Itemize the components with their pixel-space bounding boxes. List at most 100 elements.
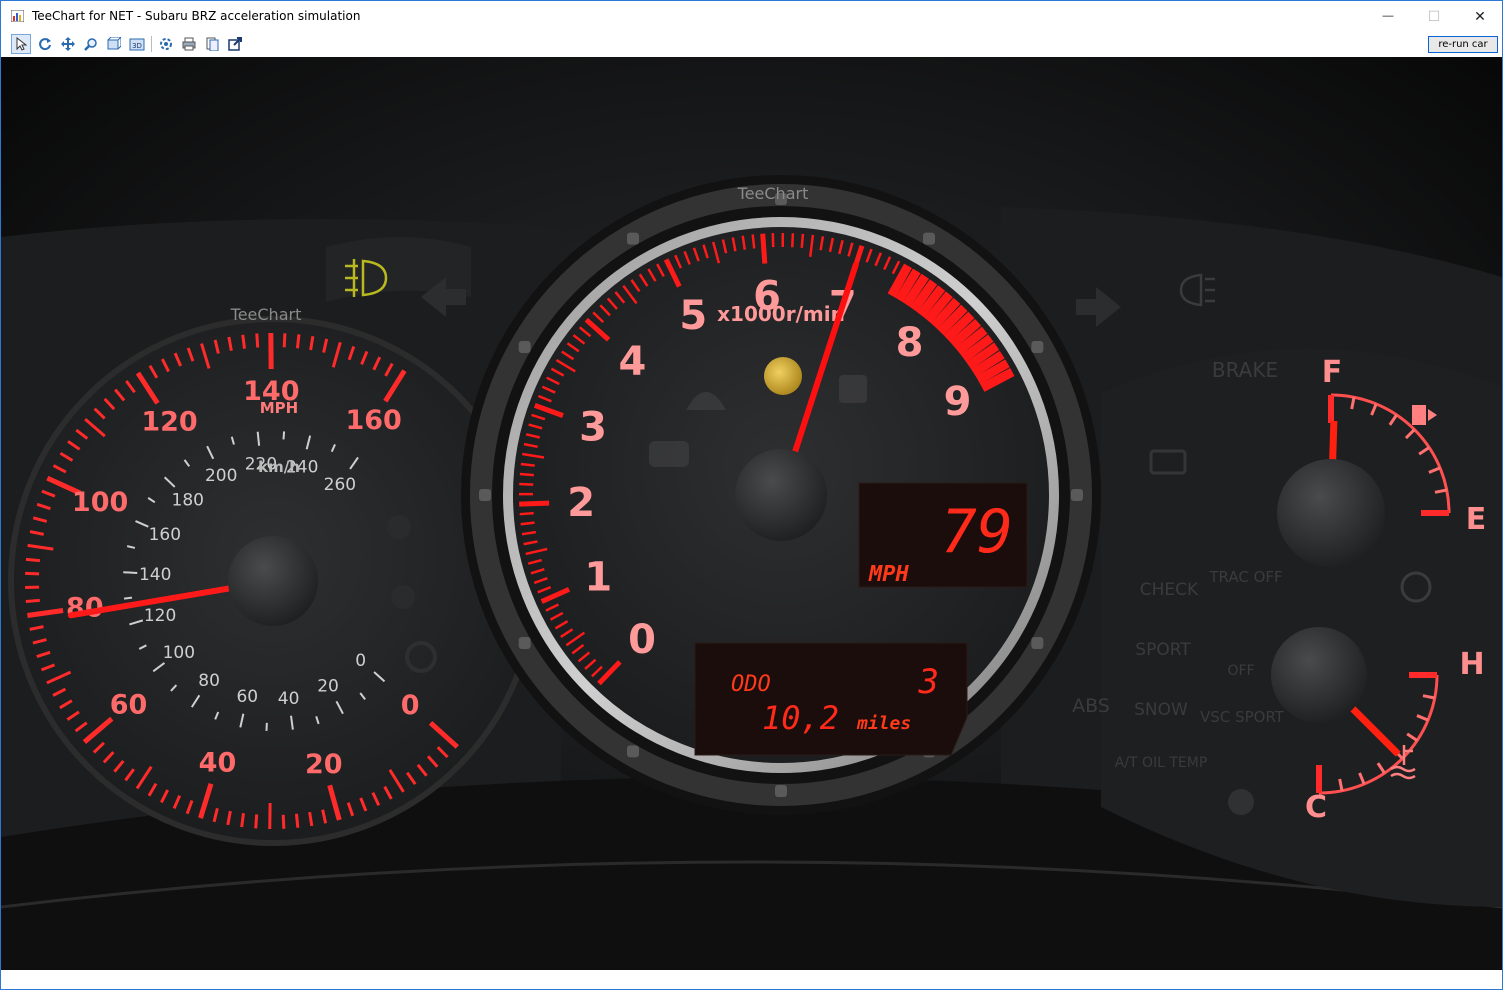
check-engine-indicator: CHECK bbox=[1140, 580, 1199, 600]
snow-indicator: SNOW bbox=[1134, 700, 1188, 720]
at-oil-temp-indicator: A/T OIL TEMP bbox=[1115, 755, 1208, 771]
dashboard-chart: 204060801001201401600 204060801001201401… bbox=[1, 57, 1502, 970]
vsc-sport-indicator: VSC SPORT bbox=[1200, 708, 1285, 726]
sport-indicator: SPORT bbox=[1135, 640, 1191, 660]
move-tool-button[interactable] bbox=[58, 34, 78, 54]
status-strip bbox=[1, 970, 1502, 989]
speedometer-tick bbox=[254, 814, 259, 829]
bezel-stud bbox=[1071, 489, 1083, 501]
kmh-tick bbox=[123, 596, 133, 600]
mph-unit-label: MPH bbox=[260, 399, 298, 417]
tachometer-tick bbox=[520, 462, 535, 467]
brake-indicator: BRAKE bbox=[1212, 358, 1278, 382]
copy-icon bbox=[206, 37, 219, 51]
tachometer-gauge: 0123456789 x1000r/min TeeChart 79 MPH OD… bbox=[461, 175, 1101, 815]
temp-cold-label: C bbox=[1305, 790, 1327, 825]
speedometer-tick bbox=[281, 814, 286, 829]
maximize-button[interactable]: ☐ bbox=[1411, 1, 1457, 31]
tachometer-tick bbox=[520, 521, 535, 526]
slip-indicator-icon bbox=[839, 375, 867, 403]
mph-tick-label: 160 bbox=[345, 405, 401, 436]
tachometer-tick bbox=[751, 234, 756, 249]
bezel-stud bbox=[775, 785, 787, 797]
bezel-stud bbox=[479, 489, 491, 501]
speedometer-watermark: TeeChart bbox=[230, 305, 302, 324]
digital-speed-unit: MPH bbox=[868, 562, 909, 587]
mph-tick-label: 20 bbox=[305, 749, 343, 780]
kmh-tick-label: 40 bbox=[278, 689, 300, 709]
tachometer-tick-label: 3 bbox=[579, 405, 607, 451]
mph-tick-label: 40 bbox=[199, 748, 237, 779]
minimize-button[interactable]: — bbox=[1365, 1, 1411, 31]
tachometer-tick-label: 0 bbox=[628, 617, 656, 663]
rotate-tool-button[interactable] bbox=[35, 34, 55, 54]
door-open-icon bbox=[649, 441, 689, 467]
rotate-icon bbox=[39, 38, 51, 51]
3d-toggle-button[interactable]: 3D bbox=[127, 34, 147, 54]
depth-icon bbox=[107, 37, 121, 50]
kmh-tick bbox=[256, 431, 261, 446]
speedometer-tick bbox=[240, 812, 245, 828]
kmh-tick-label: 60 bbox=[236, 687, 258, 707]
tachometer-tick bbox=[800, 233, 805, 248]
mph-tick-label: 60 bbox=[110, 689, 148, 720]
tachometer-tick-label: 9 bbox=[944, 379, 972, 425]
kmh-unit-label: km/h bbox=[258, 458, 300, 476]
toolbar-separator bbox=[151, 36, 152, 52]
tachometer-tick bbox=[791, 233, 795, 248]
bezel-stud bbox=[518, 637, 531, 649]
rerun-car-button[interactable]: re-run car bbox=[1428, 36, 1498, 53]
zoom-icon bbox=[84, 38, 97, 51]
speedometer-tick bbox=[282, 333, 287, 348]
window-title: TeeChart for NET - Subaru BRZ accelerati… bbox=[32, 9, 361, 23]
digital-speed-value: 79 bbox=[941, 497, 1013, 567]
tachometer-tick-label: 5 bbox=[679, 293, 707, 339]
lane-icon bbox=[387, 515, 411, 539]
kmh-tick-label: 200 bbox=[205, 466, 237, 486]
mph-zero-label: 0 bbox=[401, 690, 420, 721]
tachometer-tick-label: 8 bbox=[896, 320, 924, 366]
3d-icon: 3D bbox=[129, 38, 145, 51]
tachometer-tick bbox=[519, 511, 534, 516]
toolbar: 3D bbox=[1, 31, 1502, 56]
tachometer-tick bbox=[519, 500, 550, 507]
copy-tool-button[interactable] bbox=[202, 34, 222, 54]
export-tool-button[interactable] bbox=[225, 34, 245, 54]
kmh-tick-label: 20 bbox=[317, 676, 339, 696]
mph-tick-label: 100 bbox=[72, 487, 128, 518]
speedometer-tick bbox=[295, 334, 301, 349]
gear-indicator: 3 bbox=[918, 662, 939, 702]
kmh-tick-label: 260 bbox=[324, 475, 356, 495]
odometer-distance: 10,2 bbox=[762, 699, 839, 737]
trac-off-indicator: TRAC OFF bbox=[1208, 568, 1282, 586]
bezel-stud bbox=[627, 232, 639, 245]
depth-tool-button[interactable] bbox=[104, 34, 124, 54]
fuel-hub bbox=[1277, 459, 1385, 567]
tachometer-unit-label: x1000r/min bbox=[717, 302, 845, 326]
odometer-unit: miles bbox=[856, 713, 911, 734]
slip-off-indicator: OFF bbox=[1227, 663, 1254, 679]
bezel-stud bbox=[1031, 637, 1044, 649]
close-icon: ✕ bbox=[1474, 7, 1486, 24]
temp-hot-label: H bbox=[1459, 647, 1484, 682]
close-button[interactable]: ✕ bbox=[1457, 1, 1503, 31]
pointer-tool-button[interactable] bbox=[11, 34, 31, 54]
mph-tick-label: 120 bbox=[141, 407, 197, 438]
speedometer-tick bbox=[241, 334, 246, 349]
speedometer-tick bbox=[25, 557, 41, 563]
odometer-label: ODO bbox=[731, 672, 771, 697]
kmh-tick-label: 160 bbox=[149, 525, 181, 545]
tachometer-tick bbox=[760, 233, 768, 264]
print-tool-button[interactable] bbox=[179, 34, 199, 54]
edit-tool-button[interactable] bbox=[156, 34, 176, 54]
tachometer-tick-label: 4 bbox=[618, 339, 646, 385]
zoom-tool-button[interactable] bbox=[81, 34, 101, 54]
bezel-stud bbox=[1031, 341, 1044, 353]
kmh-zero-label: 0 bbox=[355, 651, 366, 671]
3d-label: 3D bbox=[132, 42, 142, 50]
bezel-stud bbox=[627, 745, 639, 758]
bezel-stud bbox=[518, 341, 531, 353]
export-icon bbox=[228, 37, 242, 51]
print-icon bbox=[182, 37, 196, 51]
tachometer-tick bbox=[519, 472, 534, 477]
